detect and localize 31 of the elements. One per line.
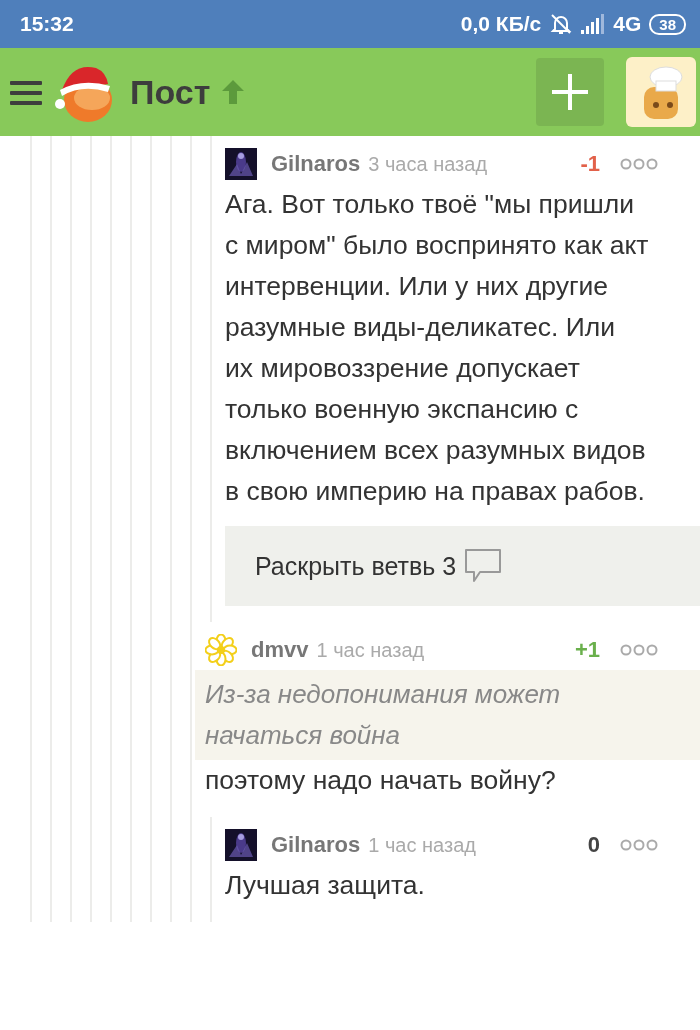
more-icon[interactable] [620,839,658,851]
comment-rating: +1 [574,637,600,663]
signal-icon [581,14,606,34]
clock: 15:32 [20,12,74,36]
comment-rating: -1 [580,151,600,177]
comment-text: поэтому надо начать войну? [205,764,557,797]
comment-icon [464,548,503,584]
more-icon[interactable] [620,644,658,656]
comment-rating: 0 [587,832,600,858]
profile-avatar[interactable] [626,57,696,127]
expand-branch-button[interactable]: Раскрыть ветвь 3 [225,526,700,606]
network-speed: 0,0 КБ/с [460,12,542,36]
plus-icon [550,72,590,112]
quote-text: Из-за недопонимания может начаться война [195,670,700,760]
battery-level: 38 [649,13,686,35]
add-button[interactable] [536,58,604,126]
page-title: Пост [130,72,211,112]
flower-icon [205,634,237,666]
author-name[interactable]: dmvv [251,637,309,663]
arrow-up-icon[interactable] [220,78,247,106]
more-icon[interactable] [620,158,658,170]
comment-text: Ага. Вот только твоё "мы пришли с миром" было воспринято как акт интервенции. Или у них другие разумные виды-деликатес. Или их мировоззрение допускает только военную экспансию с включением всех разумных видов в свою империю на правах рабов. [225,188,650,508]
bell-off-icon [549,12,574,36]
comment-text: Лучшая защита. [225,869,426,902]
menu-icon[interactable] [10,79,42,105]
comment-time: 3 часа назад [368,152,488,176]
author-name[interactable]: Gilnaros [271,151,361,177]
author-name[interactable]: Gilnaros [271,832,361,858]
network-type: 4G [613,12,642,36]
comment-time: 1 час назад [316,638,425,662]
comment-time: 1 час назад [368,833,476,857]
